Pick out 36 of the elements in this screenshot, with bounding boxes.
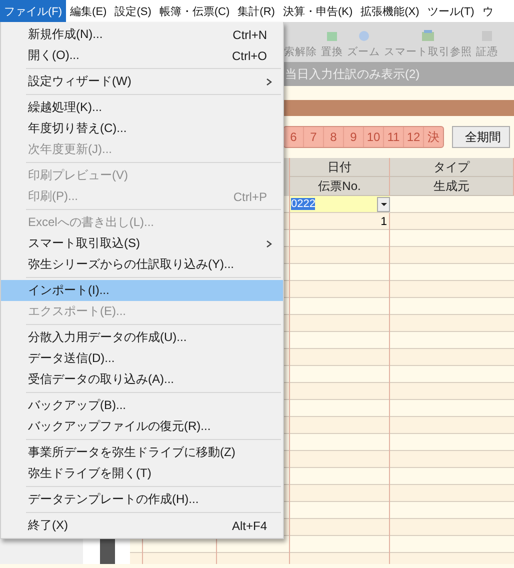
menu-item[interactable]: 受信データの取り込み(A)...: [1, 369, 283, 390]
column-header: 生成元: [390, 177, 514, 196]
menu-item[interactable]: 終了(X) Alt+F4: [1, 515, 283, 536]
menu-bar-item[interactable]: ツール(T): [423, 0, 478, 22]
menu-bar-item[interactable]: 帳簿・伝票(C): [155, 0, 234, 22]
menu-item[interactable]: バックアップ(B)...: [1, 395, 283, 416]
menu-bar-item[interactable]: 拡張機能(X): [356, 0, 424, 22]
menu-item[interactable]: 分散入力用データの作成(U)...: [1, 327, 283, 348]
menu-item[interactable]: データテンプレートの作成(H)...: [1, 489, 283, 510]
toolbar-icon: [356, 29, 370, 43]
menu-bar-item[interactable]: 決算・申告(K): [278, 0, 357, 22]
menu-item[interactable]: 年度切り替え(C)...: [1, 118, 283, 139]
menu-bar-item[interactable]: 集計(R): [234, 0, 279, 22]
menu-item[interactable]: 弥生シリーズからの仕訳取り込み(Y)...: [1, 254, 283, 275]
menu-item[interactable]: スマート取引取込(S): [1, 233, 283, 254]
filter-label: 当日入力仕訳のみ表示(2): [285, 66, 420, 82]
menu-item[interactable]: 弥生ドライブを開く(T): [1, 463, 283, 484]
toolbar-icon: [325, 29, 339, 43]
date-field[interactable]: 0222: [290, 196, 390, 213]
menu-item[interactable]: 新規作成(N)... Ctrl+N: [1, 24, 283, 45]
all-period-button[interactable]: 全期間: [452, 126, 510, 148]
menu-bar-item[interactable]: 設定(S): [110, 0, 156, 22]
menu-item[interactable]: バックアップファイルの復元(R)...: [1, 416, 283, 437]
menu-bar-item[interactable]: 編集(E): [66, 0, 111, 22]
menu-bar-item[interactable]: ウ: [478, 0, 498, 22]
column-header: タイプ: [390, 158, 514, 177]
menu-item[interactable]: 開く(O)... Ctrl+O: [1, 45, 283, 66]
menu-item[interactable]: データ送信(D)...: [1, 348, 283, 369]
toolbar-icon: [421, 29, 435, 43]
dropdown-arrow-icon[interactable]: [380, 202, 386, 206]
menu-item[interactable]: インポート(I)...: [1, 280, 283, 301]
menu-item[interactable]: 事業所データを弥生ドライブに移動(Z): [1, 442, 283, 463]
menu-item[interactable]: 繰越処理(K)...: [1, 97, 283, 118]
menu-bar-item[interactable]: ファイル(F): [0, 0, 66, 22]
table-cell-text: 1: [380, 214, 388, 230]
menu-item[interactable]: 設定ウィザード(W): [1, 71, 283, 92]
